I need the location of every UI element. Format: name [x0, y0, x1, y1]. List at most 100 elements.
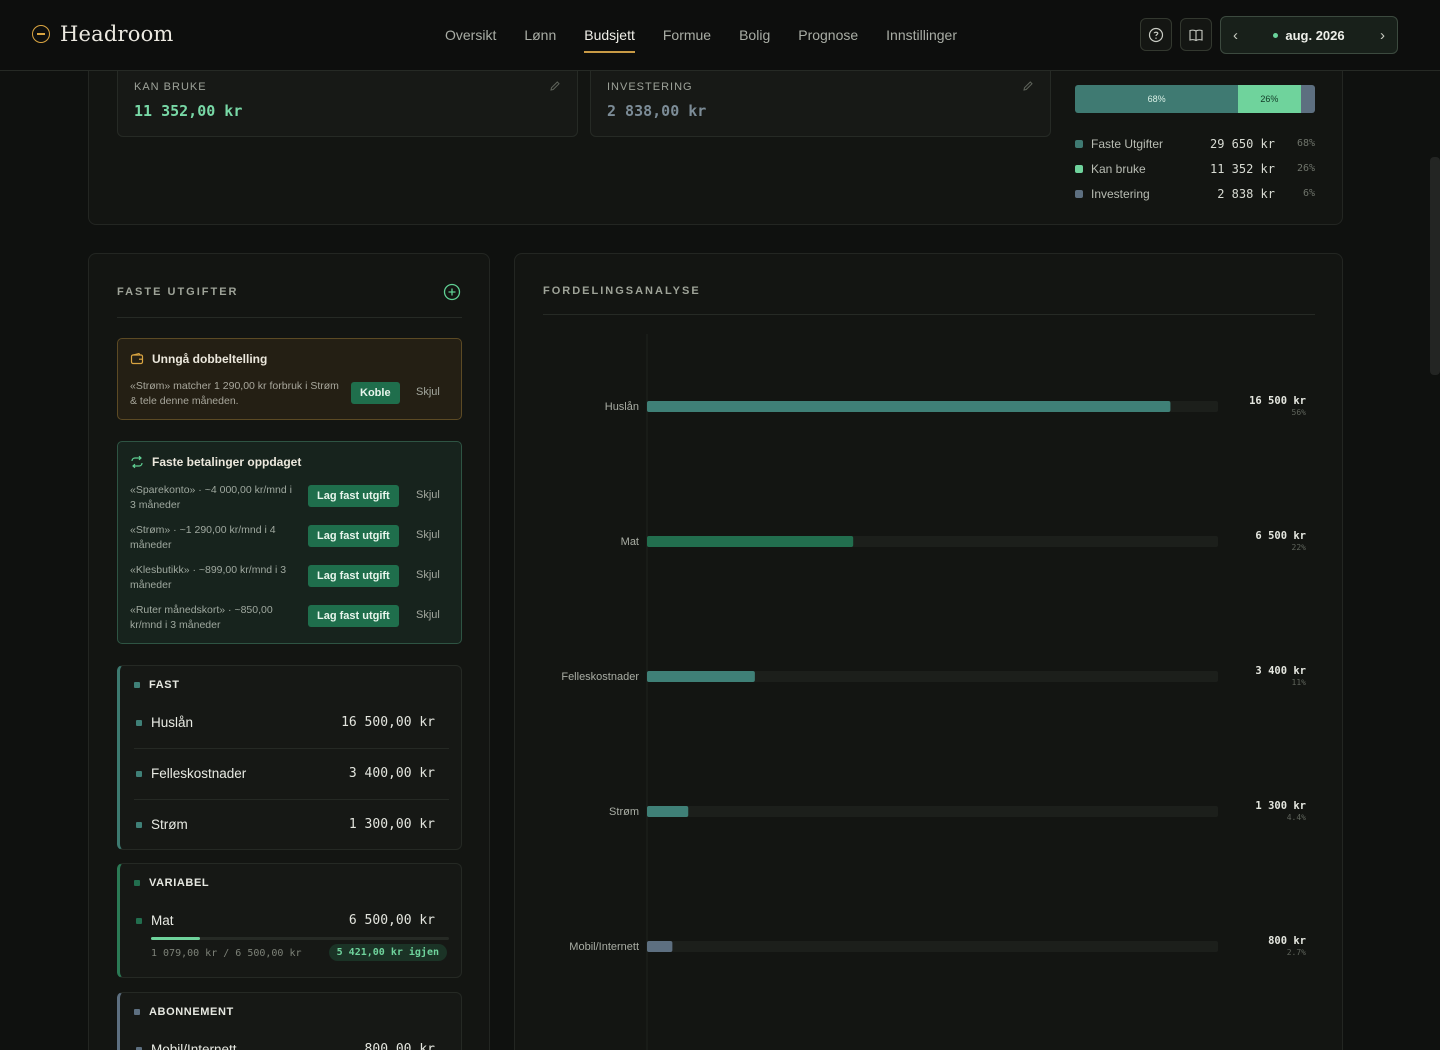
chart-bar-track	[647, 941, 1218, 952]
legend-pct: 68%	[1296, 138, 1315, 149]
docs-button[interactable]	[1180, 18, 1212, 51]
connect-button[interactable]: Koble	[351, 382, 400, 404]
expense-name: Strøm	[151, 817, 188, 832]
detected-item-text: «Sparekonto» · ~4 000,00 kr/mnd i 3 måne…	[130, 484, 292, 511]
hide-detected-button[interactable]: Skjul	[416, 489, 440, 501]
budget-remaining-badge: 5 421,00 kr igjen	[328, 944, 447, 961]
logo-icon	[32, 25, 50, 43]
legend-amount: 11 352 kr	[1209, 161, 1275, 176]
chart-pct-label: 2.7%	[1287, 948, 1306, 957]
legend-pct: 6%	[1302, 188, 1315, 199]
repeat-icon	[131, 455, 143, 469]
nav-lonn[interactable]: Lønn	[524, 21, 556, 49]
distribution-segment-investering	[1300, 85, 1315, 113]
expense-name: Huslån	[151, 715, 194, 730]
app-logo[interactable]: Headroom	[32, 22, 174, 46]
chart-bar[interactable]	[647, 401, 1171, 412]
group-header: ABONNEMENT	[134, 1006, 234, 1018]
chart-value-label: 1 300 kr	[1255, 800, 1306, 812]
detected-title: Faste betalinger oppdaget	[152, 455, 302, 469]
distribution-bar: 68% 26%	[1075, 85, 1315, 113]
month-label: aug. 2026	[1285, 27, 1345, 43]
chart-value-label: 800 kr	[1268, 935, 1306, 947]
edit-investering-icon[interactable]	[1022, 80, 1034, 92]
fordelingsanalyse-panel: FORDELINGSANALYSE Huslån 16 500 kr 56% Mat 6…	[514, 253, 1343, 1050]
warning-text: «Strøm» matcher 1 290,00 kr forbruk i St…	[130, 380, 339, 407]
chart-bar-track	[647, 806, 1218, 817]
group-color-icon	[134, 1009, 140, 1015]
warning-title: Unngå dobbeltelling	[152, 352, 268, 366]
detected-item-text: «Ruter månedskort» · ~850,00 kr/mnd i 3 …	[130, 604, 273, 631]
group-color-icon	[134, 880, 140, 886]
help-button[interactable]	[1140, 18, 1172, 51]
book-icon	[1189, 29, 1203, 41]
detected-payments-box: Faste betalinger oppdaget «Sparekonto» ·…	[117, 441, 462, 644]
current-month-dot	[1273, 32, 1279, 38]
chart-category-label: Felleskostnader	[561, 671, 639, 683]
detected-item: «Ruter månedskort» · ~850,00 kr/mnd i 3 …	[130, 603, 452, 639]
chart-bar[interactable]	[647, 536, 854, 547]
month-picker[interactable]: aug. 2026	[1273, 27, 1345, 43]
make-fixed-expense-button[interactable]: Lag fast utgift	[308, 605, 399, 627]
chart-value-label: 3 400 kr	[1255, 665, 1306, 677]
legend-pct: 26%	[1296, 163, 1315, 174]
group-header: VARIABEL	[134, 877, 209, 889]
expense-row[interactable]: Huslån 16 500,00 kr	[134, 698, 449, 748]
nav-budsjett[interactable]: Budsjett	[584, 21, 635, 53]
investering-card: INVESTERING 2 838,00 kr	[590, 63, 1051, 137]
expense-row[interactable]: Strøm 1 300,00 kr	[134, 800, 449, 850]
group-label: FAST	[149, 679, 180, 691]
legend-row-faste: Faste Utgifter 29 650 kr 68%	[1075, 131, 1315, 156]
chart-category-label: Huslån	[605, 401, 639, 413]
make-fixed-expense-button[interactable]: Lag fast utgift	[308, 485, 399, 507]
chart-pct-label: 11%	[1292, 678, 1307, 687]
legend-name: Investering	[1091, 186, 1150, 201]
detected-item: «Klesbutikk» · ~899,00 kr/mnd i 3 månede…	[130, 563, 452, 599]
chart-category-label: Mobil/Internett	[569, 941, 639, 953]
prev-month-icon[interactable]: ‹	[1233, 27, 1238, 44]
nav-oversikt[interactable]: Oversikt	[445, 21, 496, 49]
nav-formue[interactable]: Formue	[663, 21, 711, 49]
nav-innstillinger[interactable]: Innstillinger	[886, 21, 957, 49]
budget-progress-track	[151, 937, 449, 940]
chart-bar[interactable]	[647, 941, 673, 952]
legend-row-kan-bruke: Kan bruke 11 352 kr 26%	[1075, 156, 1315, 181]
expense-dot	[136, 720, 142, 726]
chart-value-label: 16 500 kr	[1249, 395, 1306, 407]
hide-warning-button[interactable]: Skjul	[416, 386, 440, 398]
distribution-chart: Huslån 16 500 kr56% Mat 6 500 kr22% Fellesko…	[561, 334, 1307, 1050]
expense-row[interactable]: Felleskostnader 3 400,00 kr	[134, 749, 449, 799]
nav-prognose[interactable]: Prognose	[798, 21, 858, 49]
main-nav: Oversikt Lønn Budsjett Formue Bolig Prog…	[445, 0, 957, 70]
app-name: Headroom	[60, 22, 174, 46]
next-month-icon[interactable]: ›	[1380, 27, 1385, 44]
make-fixed-expense-button[interactable]: Lag fast utgift	[308, 565, 399, 587]
legend-row-investering: Investering 2 838 kr 6%	[1075, 181, 1315, 206]
investering-value: 2 838,00 kr	[607, 102, 707, 120]
group-color-icon	[134, 682, 140, 688]
hide-detected-button[interactable]: Skjul	[416, 609, 440, 621]
panel-divider	[117, 317, 462, 318]
make-fixed-expense-button[interactable]: Lag fast utgift	[308, 525, 399, 547]
legend-amount: 29 650 kr	[1209, 136, 1275, 151]
legend-swatch	[1075, 139, 1083, 148]
chart-value-label: 6 500 kr	[1255, 530, 1306, 542]
detected-item: «Strøm» · ~1 290,00 kr/mnd i 4 måneder L…	[130, 523, 452, 559]
group-header: FAST	[134, 679, 180, 691]
edit-kan-bruke-icon[interactable]	[549, 80, 561, 92]
distribution-segment-kan-bruke: 26%	[1238, 85, 1301, 113]
chart-bar[interactable]	[647, 671, 755, 682]
page-scrollbar[interactable]	[1430, 157, 1440, 375]
group-abonnement: ABONNEMENT Mobil/Internett 800,00 kr	[117, 992, 462, 1050]
add-expense-icon[interactable]	[443, 283, 461, 301]
group-label: VARIABEL	[149, 877, 210, 889]
expense-amount: 3 400,00 kr	[348, 766, 435, 781]
distribution-legend: Faste Utgifter 29 650 kr 68% Kan bruke 1…	[1075, 131, 1315, 206]
chart-bar[interactable]	[647, 806, 689, 817]
top-bar: Headroom Oversikt Lønn Budsjett Formue B…	[0, 0, 1440, 71]
expense-row[interactable]: Mobil/Internett 800,00 kr	[134, 1025, 449, 1050]
nav-bolig[interactable]: Bolig	[739, 21, 770, 49]
hide-detected-button[interactable]: Skjul	[416, 529, 440, 541]
faste-utgifter-panel: FASTE UTGIFTER Unngå dobbeltelling «Strø…	[88, 253, 490, 1050]
hide-detected-button[interactable]: Skjul	[416, 569, 440, 581]
